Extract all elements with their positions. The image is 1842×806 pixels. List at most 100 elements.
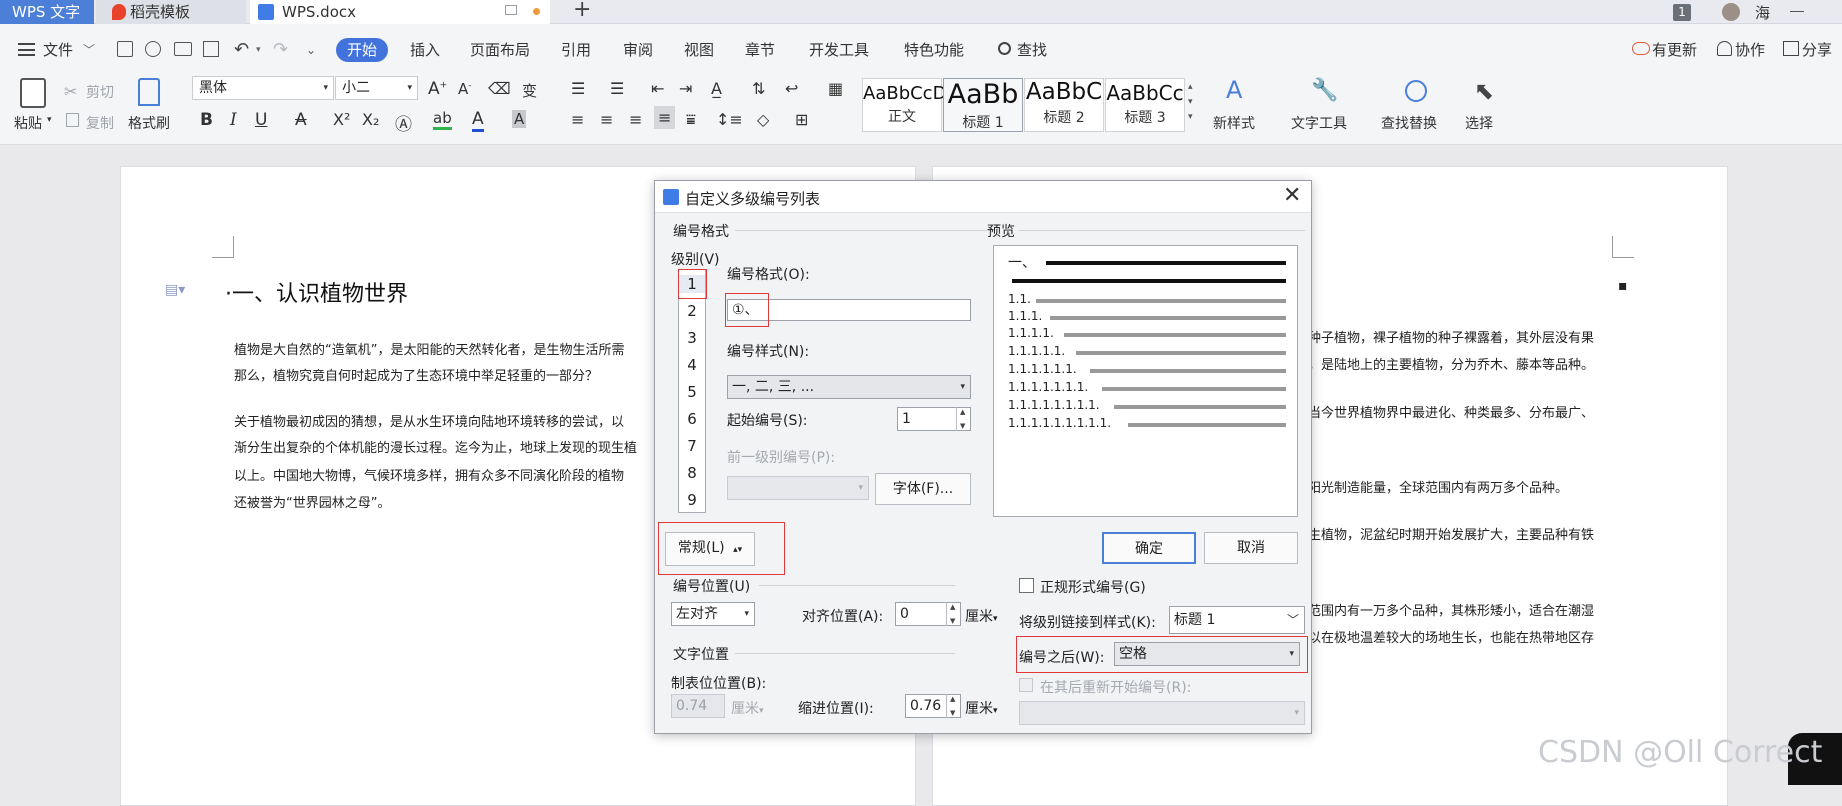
style-normal[interactable]: AaBbCcD 正文 (862, 78, 946, 132)
cloud-update-icon[interactable] (1632, 42, 1650, 55)
hamburger-menu-icon[interactable] (18, 43, 35, 56)
indent-position-spinner[interactable] (946, 694, 960, 718)
tab-view[interactable]: 视图 (684, 40, 714, 60)
cut-icon[interactable]: ✂ (64, 82, 77, 101)
restart-level-select[interactable]: ▾ (1019, 701, 1305, 725)
link-style-select[interactable]: 标题 1 ﹀ (1169, 606, 1305, 634)
font-color-icon[interactable]: A (472, 109, 484, 132)
minimize-icon[interactable] (1790, 11, 1804, 12)
paste-button[interactable]: 粘贴 (14, 113, 42, 133)
tab-home[interactable]: 开始 (336, 38, 389, 62)
new-style-icon[interactable]: A (1226, 76, 1242, 104)
number-align-select[interactable]: 左对齐 ▾ (671, 602, 755, 626)
window-count-badge[interactable]: 1 (1673, 4, 1691, 21)
bold-icon[interactable]: B (200, 110, 213, 130)
borders-icon[interactable]: ⊞ (795, 110, 808, 129)
tab-position-input[interactable]: 0.74 (671, 694, 725, 718)
file-menu[interactable]: 文件 (43, 40, 73, 60)
styles-scroll-icon[interactable]: ▴ ▾ ▾ (1188, 80, 1193, 125)
bullets-icon[interactable]: ☰ (571, 79, 585, 98)
tab-special-features[interactable]: 特色功能 (904, 40, 964, 60)
share-icon[interactable] (1783, 41, 1799, 56)
select-button[interactable]: 选择 (1465, 113, 1493, 133)
open-share-icon[interactable] (145, 41, 161, 57)
user-name[interactable]: 海 (1755, 2, 1770, 23)
tab-references[interactable]: 引用 (561, 40, 591, 60)
tab-unit-select[interactable]: 厘米▾ (731, 698, 764, 718)
strikethrough-icon[interactable]: A (295, 110, 307, 130)
shading-icon[interactable]: ◇ (757, 110, 769, 129)
updates-button[interactable]: 有更新 (1652, 40, 1697, 60)
font-size-select[interactable]: 小二 ▾ (335, 76, 418, 100)
undo-icon[interactable]: ↶ (234, 40, 249, 60)
table-icon[interactable]: ▦ (828, 79, 843, 98)
save-icon[interactable] (117, 41, 133, 57)
align-unit-select[interactable]: 厘米▾ (965, 606, 998, 626)
font-name-select[interactable]: 黑体 ▾ (192, 76, 334, 100)
text-tools-icon[interactable]: 🔧 (1311, 78, 1338, 103)
style-heading-2[interactable]: AaBbC 标题 2 (1024, 78, 1104, 132)
find-replace-icon[interactable] (1405, 80, 1427, 102)
superscript-icon[interactable]: X² (333, 110, 350, 129)
font-button[interactable]: 字体(F)... (875, 473, 971, 505)
increase-indent-icon[interactable]: ⇥ (679, 79, 692, 98)
previous-level-select[interactable]: ▾ (727, 476, 869, 500)
cancel-button[interactable]: 取消 (1204, 532, 1298, 564)
style-heading-3[interactable]: AaBbCc 标题 3 (1105, 78, 1185, 132)
level-list[interactable]: 1 2 3 4 5 6 7 8 9 (678, 269, 706, 513)
italic-icon[interactable]: I (230, 110, 237, 130)
copy-button[interactable]: 复制 (86, 113, 114, 133)
decrease-indent-icon[interactable]: ⇤ (651, 79, 664, 98)
text-direction-icon[interactable]: A̲ (711, 79, 722, 98)
format-painter-icon[interactable] (138, 78, 160, 106)
search-icon[interactable] (998, 42, 1011, 55)
tab-developer[interactable]: 开发工具 (809, 40, 869, 60)
paragraph-handle-icon[interactable]: ▤▾ (165, 282, 185, 298)
level-item[interactable]: 8 (679, 464, 705, 482)
new-style-button[interactable]: 新样式 (1213, 113, 1255, 133)
search-label[interactable]: 查找 (1017, 40, 1047, 60)
distributed-icon[interactable]: ⩸ (686, 110, 696, 130)
level-item[interactable]: 5 (679, 383, 705, 401)
underline-icon[interactable]: U (255, 110, 267, 130)
paste-icon[interactable] (20, 78, 46, 108)
shrink-font-icon[interactable]: A- (458, 80, 472, 98)
align-left-icon[interactable]: ≡ (571, 110, 584, 129)
level-item[interactable]: 4 (679, 356, 705, 374)
new-tab-button[interactable]: + (573, 0, 591, 22)
copy-icon[interactable] (66, 113, 79, 127)
print-preview-icon[interactable] (203, 41, 219, 57)
text-effect-icon[interactable]: Ⓐ (395, 110, 412, 135)
select-cursor-icon[interactable]: ⬉ (1474, 77, 1494, 105)
sort-icon[interactable]: ⇅ (752, 79, 765, 98)
share-button[interactable]: 分享 (1802, 40, 1832, 60)
start-number-spinner[interactable] (956, 407, 970, 431)
char-shading-icon[interactable]: A (512, 110, 527, 128)
level-item[interactable]: 7 (679, 437, 705, 455)
close-icon[interactable]: ✕ (1283, 183, 1301, 208)
level-item[interactable]: 6 (679, 410, 705, 428)
align-position-spinner[interactable] (946, 602, 960, 626)
legal-numbering-checkbox[interactable] (1019, 578, 1034, 593)
line-break-icon[interactable]: ↩ (785, 79, 798, 98)
print-icon[interactable] (174, 42, 192, 56)
tab-page-layout[interactable]: 页面布局 (470, 40, 530, 60)
undo-dropdown-icon[interactable]: ▾ (256, 40, 261, 60)
number-style-select[interactable]: 一, 二, 三, ... ▾ (727, 375, 971, 399)
grow-font-icon[interactable]: A+ (428, 79, 447, 99)
pin-icon[interactable] (505, 5, 517, 15)
level-item[interactable]: 2 (679, 302, 705, 320)
tab-insert[interactable]: 插入 (410, 40, 440, 60)
numbering-icon[interactable]: ☰ (610, 79, 624, 98)
find-replace-button[interactable]: 查找替换 (1381, 113, 1437, 133)
ok-button[interactable]: 确定 (1102, 532, 1196, 564)
phonetic-guide-icon[interactable]: 变 (522, 80, 537, 101)
app-tab[interactable]: WPS 文字 (0, 0, 94, 24)
collaborate-icon[interactable] (1717, 41, 1732, 56)
clear-format-icon[interactable]: ⌫ (488, 79, 511, 98)
file-menu-chevron-icon[interactable]: ﹀ (83, 40, 95, 60)
format-painter-button[interactable]: 格式刷 (128, 113, 170, 133)
avatar[interactable] (1722, 3, 1740, 21)
style-heading-1[interactable]: AaBb 标题 1 (943, 78, 1023, 132)
tab-review[interactable]: 审阅 (623, 40, 653, 60)
